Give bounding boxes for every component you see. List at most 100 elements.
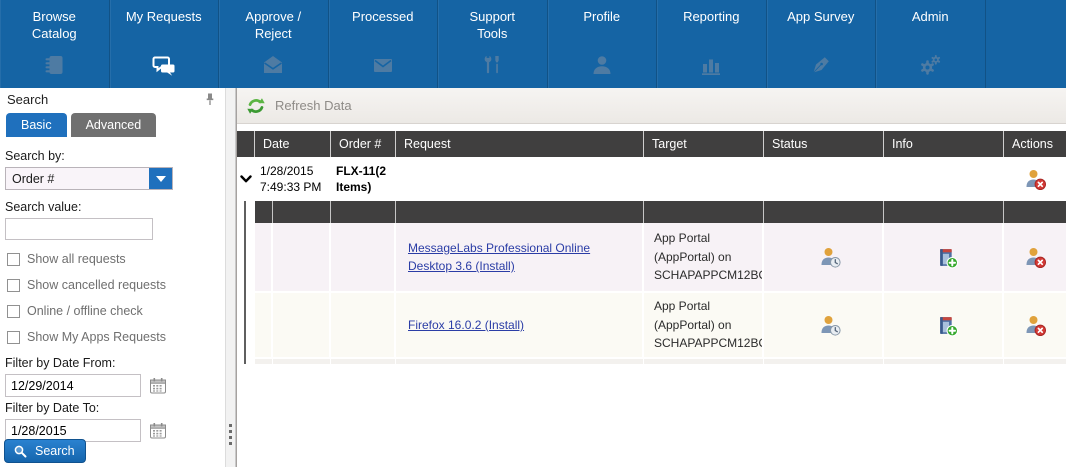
user-pending-icon[interactable] [764, 293, 884, 357]
calendar-icon[interactable] [148, 421, 167, 440]
search-tabs: Basic Advanced [6, 113, 225, 137]
app-portal-window: Browse Catalog My Requests Approve / Rej… [0, 0, 1066, 467]
row-expander-cell [255, 293, 273, 357]
search-options: Show all requests Show cancelled request… [5, 252, 219, 344]
date-from-input[interactable] [5, 374, 141, 397]
user-pending-icon[interactable] [764, 223, 884, 291]
table-row: Firefox 16.0.2 (Install) App Portal (App… [255, 293, 1066, 359]
show-all-requests-checkbox[interactable] [7, 253, 20, 266]
nav-item-approve-reject[interactable]: Approve / Reject [219, 0, 329, 88]
nav-item-browse-catalog[interactable]: Browse Catalog [0, 0, 110, 88]
checkbox-label: Show cancelled requests [27, 278, 166, 292]
tab-basic[interactable]: Basic [6, 113, 67, 137]
cancel-request-icon[interactable] [1004, 293, 1066, 357]
date-from-label: Filter by Date From: [5, 356, 219, 370]
support-tools-icon [480, 51, 504, 77]
nav-item-support-tools[interactable]: Support Tools [438, 0, 548, 88]
group-status-cell [764, 157, 884, 201]
refresh-data-button[interactable]: Refresh Data [275, 98, 352, 113]
nav-item-label: Support Tools [469, 9, 515, 43]
group-date: 1/28/2015 7:49:33 PM [260, 163, 331, 195]
order-group-row: 1/28/2015 7:49:33 PM FLX-11(2 Items) [237, 157, 1066, 201]
refresh-icon[interactable] [245, 95, 267, 117]
group-target-cell [644, 157, 764, 201]
column-header-order[interactable]: Order # [331, 131, 396, 157]
online-offline-check-checkbox[interactable] [7, 305, 20, 318]
column-header-info[interactable]: Info [884, 131, 1004, 157]
dropdown-arrow-icon[interactable] [149, 168, 172, 189]
splitter-grip-icon [229, 424, 232, 445]
row-date-cell [273, 223, 331, 291]
collapse-group-button[interactable] [237, 157, 255, 201]
group-indent-gutter [237, 201, 255, 364]
search-form: Search by: Order # Search value: Show al… [0, 137, 225, 442]
nav-item-label: Approve / Reject [245, 9, 301, 43]
show-cancelled-requests-checkbox[interactable] [7, 279, 20, 292]
search-value-label: Search value: [5, 200, 219, 214]
nav-item-label: Browse Catalog [32, 9, 77, 43]
grid-header-row: Date Order # Request Target Status Info … [237, 131, 1066, 157]
checkbox-show-cancelled-requests[interactable]: Show cancelled requests [7, 278, 219, 292]
row-expander-cell [255, 223, 273, 291]
add-program-icon[interactable] [884, 293, 1004, 357]
request-link[interactable]: Firefox 16.0.2 (Install) [408, 316, 632, 334]
add-program-icon[interactable] [884, 223, 1004, 291]
cancel-request-icon[interactable] [1004, 157, 1066, 201]
row-request-cell: Firefox 16.0.2 (Install) [396, 293, 644, 357]
nav-item-app-survey[interactable]: App Survey [767, 0, 877, 88]
column-header-request[interactable]: Request [396, 131, 644, 157]
row-date-cell [273, 293, 331, 357]
checkbox-show-all-requests[interactable]: Show all requests [7, 252, 219, 266]
date-to-label: Filter by Date To: [5, 401, 219, 415]
checkbox-show-my-apps-requests[interactable]: Show My Apps Requests [7, 330, 219, 344]
nav-item-profile[interactable]: Profile [548, 0, 658, 88]
column-header-target[interactable]: Target [644, 131, 764, 157]
requests-panel: Refresh Data Date Order # Request Target… [236, 88, 1066, 467]
cancel-request-icon[interactable] [1004, 223, 1066, 291]
checkbox-label: Show all requests [27, 252, 126, 266]
nav-filler [986, 0, 1066, 88]
search-by-label: Search by: [5, 149, 219, 163]
my-requests-icon [151, 51, 177, 77]
pin-icon[interactable] [203, 92, 217, 107]
table-row: MessageLabs Professional Online Desktop … [255, 223, 1066, 293]
chevron-down-icon [240, 175, 252, 184]
search-button-label: Search [35, 444, 75, 458]
nav-item-reporting[interactable]: Reporting [657, 0, 767, 88]
target-text: App Portal (AppPortal) on SCHAPAPPCM12BO… [654, 229, 762, 285]
search-button[interactable]: Search [4, 439, 86, 463]
reporting-icon [699, 51, 723, 77]
processed-icon [371, 51, 395, 77]
search-by-dropdown[interactable]: Order # [5, 167, 173, 190]
requests-grid: Date Order # Request Target Status Info … [237, 131, 1066, 364]
nav-item-label: Processed [352, 9, 413, 26]
nav-item-admin[interactable]: Admin [876, 0, 986, 88]
column-header-actions[interactable]: Actions [1004, 131, 1066, 157]
row-order-cell [331, 223, 396, 291]
column-header-status[interactable]: Status [764, 131, 884, 157]
tab-advanced[interactable]: Advanced [71, 113, 157, 137]
group-items-container: MessageLabs Professional Online Desktop … [237, 201, 1066, 364]
nav-item-processed[interactable]: Processed [329, 0, 439, 88]
app-survey-icon [809, 51, 833, 77]
expander-column-header [237, 131, 255, 157]
request-link[interactable]: MessageLabs Professional Online Desktop … [408, 239, 632, 275]
group-info-cell [884, 157, 1004, 201]
search-icon [13, 444, 28, 459]
panel-splitter[interactable] [226, 88, 236, 467]
nav-item-label: App Survey [787, 9, 854, 26]
search-by-selected-value: Order # [6, 168, 149, 189]
top-navigation: Browse Catalog My Requests Approve / Rej… [0, 0, 1066, 88]
row-order-cell [331, 293, 396, 357]
show-my-apps-requests-checkbox[interactable] [7, 331, 20, 344]
search-panel-header: Search [0, 88, 225, 111]
nav-item-label: Reporting [683, 9, 739, 26]
nav-item-my-requests[interactable]: My Requests [110, 0, 220, 88]
column-header-date[interactable]: Date [255, 131, 331, 157]
search-panel: Search Basic Advanced Search by: Order #… [0, 88, 226, 467]
checkbox-online-offline-check[interactable]: Online / offline check [7, 304, 219, 318]
search-panel-title: Search [7, 92, 48, 107]
search-value-input[interactable] [5, 218, 153, 240]
calendar-icon[interactable] [148, 376, 167, 395]
group-request-cell [396, 157, 644, 201]
